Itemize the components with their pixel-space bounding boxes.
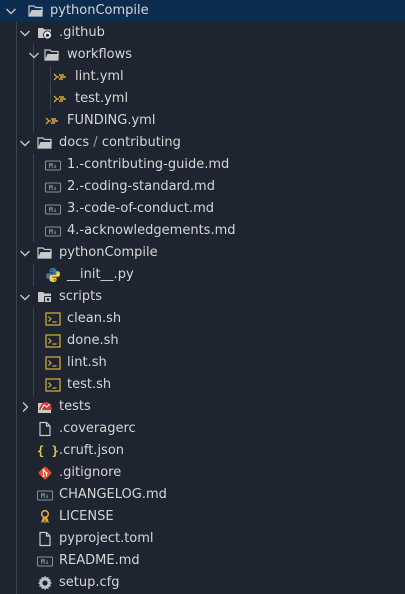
settings-gear-icon [37, 575, 53, 591]
tree-item-label: tests [59, 399, 91, 414]
svg-text:M↓: M↓ [41, 558, 49, 566]
tree-item-label: FUNDING.yml [67, 113, 156, 128]
tree-row-scripts-folder[interactable]: scripts [0, 286, 405, 308]
tree-item-label: .github [59, 25, 105, 40]
tree-item-label: .cruft.json [59, 443, 125, 458]
tree-item-label: test.yml [75, 91, 129, 106]
shell-script-icon [45, 311, 61, 327]
tree-item-label: done.sh [67, 333, 119, 348]
tree-item-label: 4.-acknowledgements.md [67, 223, 236, 238]
tree-item-label: lint.yml [75, 69, 124, 84]
tree-item-label: LICENSE [59, 509, 114, 524]
tree-row-workflows-folder[interactable]: workflows [0, 44, 405, 66]
yaml-file-icon [53, 91, 69, 107]
tree-item-label: setup.cfg [59, 575, 120, 590]
license-file-icon [37, 509, 53, 525]
tree-row-changelog-md[interactable]: M↓ CHANGELOG.md [0, 484, 405, 506]
markdown-file-icon: M↓ [45, 201, 61, 217]
tree-item-label: 2.-coding-standard.md [67, 179, 215, 194]
tree-row-code-of-conduct-md[interactable]: M↓ 3.-code-of-conduct.md [0, 198, 405, 220]
svg-text:M↓: M↓ [49, 184, 57, 192]
tree-item-label: 3.-code-of-conduct.md [67, 201, 215, 216]
svg-text:M↓: M↓ [41, 492, 49, 500]
tree-item-label: __init__.py [67, 267, 134, 282]
tree-row-root-folder[interactable]: pythonCompile [0, 0, 405, 22]
tree-item-label: scripts [59, 289, 102, 304]
folder-open-icon [44, 47, 60, 63]
markdown-file-icon: M↓ [45, 179, 61, 195]
chevron-down-icon[interactable] [26, 44, 42, 66]
tree-row-funding-yml[interactable]: FUNDING.yml [0, 110, 405, 132]
folder-open-icon [28, 3, 44, 19]
python-file-icon [45, 267, 61, 283]
shell-script-icon [45, 333, 61, 349]
folder-open-icon [37, 135, 53, 151]
chevron-down-icon[interactable] [17, 286, 33, 308]
tree-row-init-py[interactable]: __init__.py [0, 264, 405, 286]
folder-open-icon [37, 245, 53, 261]
tree-row-setup-cfg[interactable]: setup.cfg [0, 572, 405, 594]
tree-item-label: workflows [67, 47, 133, 62]
tree-item-label: .gitignore [59, 465, 122, 480]
chevron-down-icon[interactable] [3, 0, 19, 22]
tree-item-label: .coveragerc [59, 421, 136, 436]
markdown-file-icon: M↓ [45, 223, 61, 239]
tests-folder-icon [37, 399, 53, 415]
tree-row-coding-standard-md[interactable]: M↓ 2.-coding-standard.md [0, 176, 405, 198]
chevron-down-icon[interactable] [17, 242, 33, 264]
markdown-file-icon: M↓ [37, 487, 53, 503]
tree-row-lint-yml[interactable]: lint.yml [0, 66, 405, 88]
tree-row-package-folder[interactable]: pythonCompile [0, 242, 405, 264]
tree-row-test-yml[interactable]: test.yml [0, 88, 405, 110]
scripts-folder-icon [37, 289, 53, 305]
github-folder-icon [37, 25, 53, 41]
tree-row-license[interactable]: LICENSE [0, 506, 405, 528]
tree-item-label: pythonCompile [59, 245, 158, 260]
shell-script-icon [45, 377, 61, 393]
compact-folder-segment-docs: docs [59, 135, 90, 150]
tree-item-label: README.md [59, 553, 140, 568]
yaml-file-icon [45, 113, 61, 129]
markdown-file-icon: M↓ [45, 157, 61, 173]
tree-row-github-folder[interactable]: .github [0, 22, 405, 44]
git-file-icon [37, 465, 53, 481]
tree-row-contributing-guide-md[interactable]: M↓ 1.-contributing-guide.md [0, 154, 405, 176]
compact-folder-segment-contributing: contributing [101, 135, 181, 150]
tree-row-coveragerc[interactable]: .coveragerc [0, 418, 405, 440]
tree-item-label: test.sh [67, 377, 112, 392]
tree-item-label: lint.sh [67, 355, 107, 370]
tree-item-label: clean.sh [67, 311, 122, 326]
yaml-file-icon [53, 69, 69, 85]
tree-row-cruft-json[interactable]: { } .cruft.json [0, 440, 405, 462]
tree-row-gitignore[interactable]: .gitignore [0, 462, 405, 484]
chevron-down-icon[interactable] [17, 22, 33, 44]
generic-file-icon [37, 421, 53, 437]
tree-row-acknowledgements-md[interactable]: M↓ 4.-acknowledgements.md [0, 220, 405, 242]
tree-item-label-compact: docs / contributing [59, 132, 181, 154]
tree-item-label: 1.-contributing-guide.md [67, 157, 230, 172]
tree-row-pyproject-toml[interactable]: pyproject.toml [0, 528, 405, 550]
tree-item-label: CHANGELOG.md [59, 487, 167, 502]
chevron-right-icon[interactable] [17, 396, 33, 418]
svg-text:M↓: M↓ [49, 162, 57, 170]
svg-text:M↓: M↓ [49, 228, 57, 236]
shell-script-icon [45, 355, 61, 371]
generic-file-icon [37, 531, 53, 547]
tree-item-label: pythonCompile [50, 3, 149, 18]
file-explorer-tree: pythonCompile .github workflows lint.yml… [0, 0, 405, 594]
tree-row-docs-contributing-folder[interactable]: docs / contributing [0, 132, 405, 154]
tree-row-readme-md[interactable]: M↓ README.md [0, 550, 405, 572]
tree-row-test-sh[interactable]: test.sh [0, 374, 405, 396]
compact-folder-separator: / [93, 135, 98, 150]
svg-text:M↓: M↓ [49, 206, 57, 214]
tree-row-clean-sh[interactable]: clean.sh [0, 308, 405, 330]
markdown-file-icon: M↓ [37, 553, 53, 569]
tree-row-tests-folder[interactable]: tests [0, 396, 405, 418]
tree-item-label: pyproject.toml [59, 531, 154, 546]
tree-row-done-sh[interactable]: done.sh [0, 330, 405, 352]
tree-row-lint-sh[interactable]: lint.sh [0, 352, 405, 374]
chevron-down-icon[interactable] [17, 132, 33, 154]
json-file-icon: { } [37, 444, 59, 458]
